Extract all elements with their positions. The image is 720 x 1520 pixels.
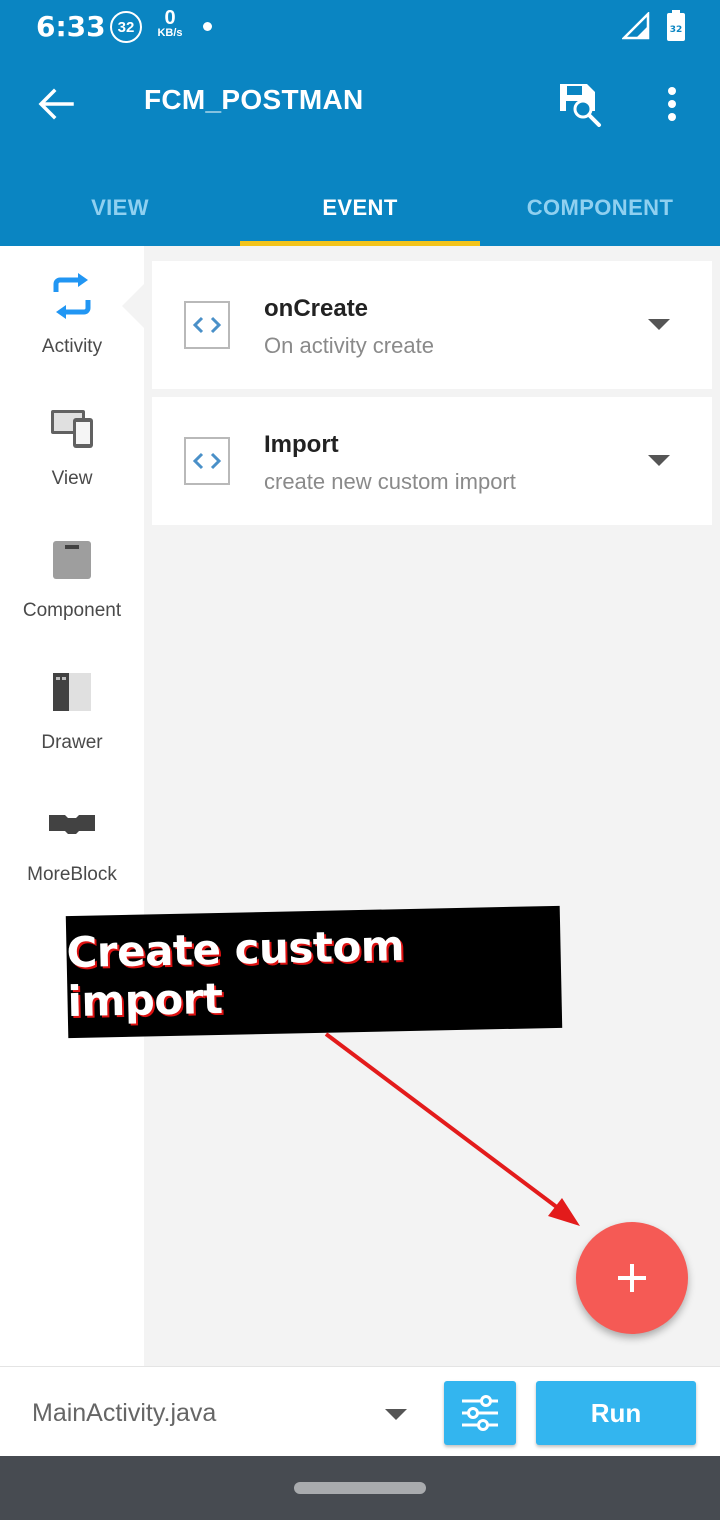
chevron-down-icon[interactable] [648, 319, 670, 330]
data-speed-value: 0 [164, 7, 176, 29]
app-bar: FCM_POSTMAN VIEW EVENT COMPONENT [0, 54, 720, 246]
event-title: onCreate [264, 295, 369, 322]
component-icon [44, 532, 100, 588]
devices-icon [44, 400, 100, 456]
annotation-text: Create custom import [66, 921, 405, 1027]
sidebar-item-label: View [51, 468, 93, 489]
sidebar-item-component[interactable]: Component [0, 510, 144, 630]
save-button[interactable] [552, 76, 608, 132]
event-category-sidebar: Activity View Component Drawer MoreBlock [0, 246, 144, 1366]
more-options-button[interactable] [652, 76, 692, 132]
event-card-import[interactable]: Import create new custom import [152, 397, 712, 525]
arrow-left-icon [38, 88, 74, 120]
system-nav-bar [0, 1456, 720, 1520]
status-time: 6:33 [36, 10, 106, 43]
event-subtitle: On activity create [264, 333, 434, 358]
sidebar-item-view[interactable]: View [0, 378, 144, 498]
save-icon [560, 84, 601, 127]
battery-level: 32 [670, 25, 683, 35]
sidebar-item-moreblock[interactable]: MoreBlock [0, 774, 144, 894]
data-speed-unit: KB/s [157, 27, 183, 39]
sidebar-item-label: MoreBlock [27, 864, 117, 885]
home-gesture-handle[interactable] [294, 1482, 426, 1494]
drawer-icon [44, 664, 100, 720]
event-subtitle: create new custom import [264, 469, 516, 494]
refresh-icon [44, 268, 100, 324]
status-bar: 6:33 32 0 KB/s 32 [0, 0, 720, 54]
add-event-fab[interactable] [576, 1222, 688, 1334]
selection-pointer [122, 284, 144, 328]
code-brackets-icon [184, 437, 230, 485]
sidebar-item-label: Drawer [41, 732, 103, 753]
settings-button[interactable] [444, 1381, 516, 1445]
sidebar-item-activity[interactable]: Activity [0, 246, 144, 366]
tab-event[interactable]: EVENT [240, 170, 480, 246]
sliders-icon [462, 1395, 498, 1431]
file-name: MainActivity.java [32, 1399, 217, 1427]
more-vert-icon [668, 87, 676, 121]
annotation-label: Create custom import [65, 905, 563, 1039]
event-title: Import [264, 431, 339, 458]
tab-bar: VIEW EVENT COMPONENT [0, 170, 720, 246]
bottom-bar: MainActivity.java Run [0, 1366, 720, 1456]
sidebar-item-label: Component [22, 600, 122, 621]
run-button[interactable]: Run [536, 1381, 696, 1445]
app-title: FCM_POSTMAN [144, 84, 364, 115]
data-speed: 0 KB/s [152, 8, 188, 39]
moreblock-icon [44, 796, 100, 852]
sidebar-item-label: Activity [41, 336, 103, 357]
back-button[interactable] [30, 78, 82, 130]
code-brackets-icon [184, 301, 230, 349]
signal-icon [620, 10, 650, 45]
battery-icon: 32 [666, 10, 686, 47]
sidebar-item-drawer[interactable]: Drawer [0, 642, 144, 762]
event-card-oncreate[interactable]: onCreate On activity create [152, 261, 712, 389]
chevron-down-icon [385, 1409, 407, 1420]
chevron-down-icon[interactable] [648, 455, 670, 466]
file-selector[interactable]: MainActivity.java [0, 1367, 430, 1457]
notification-badge: 32 [110, 11, 142, 43]
notification-dot-icon [203, 22, 212, 31]
tab-view[interactable]: VIEW [0, 170, 240, 246]
plus-icon [618, 1264, 646, 1292]
tab-component[interactable]: COMPONENT [480, 170, 720, 246]
